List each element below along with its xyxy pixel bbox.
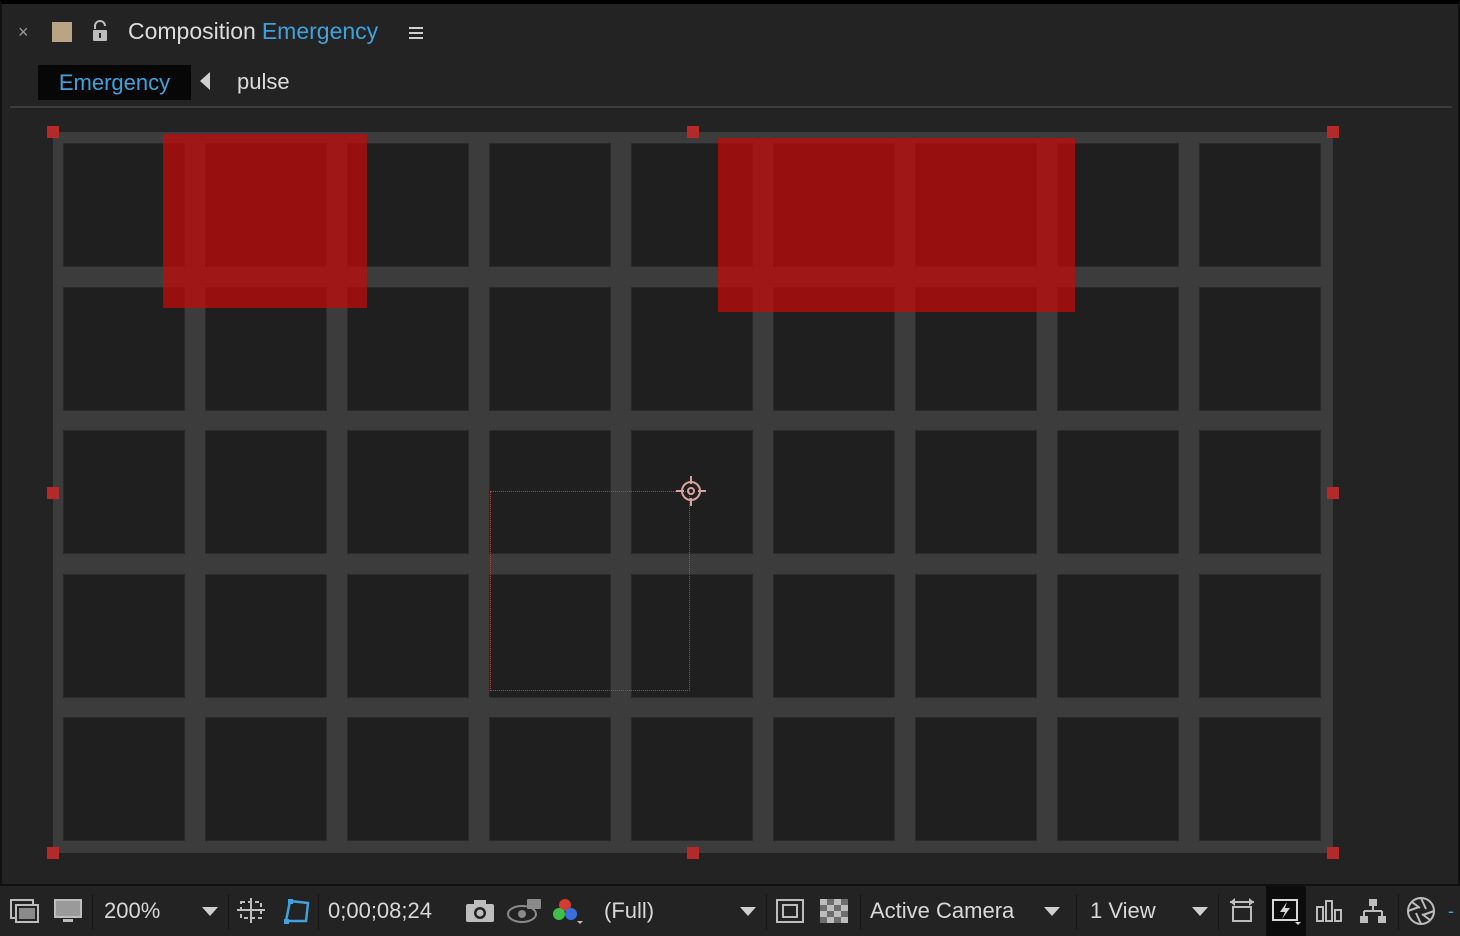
grid-cell (489, 143, 611, 267)
camera-dropdown[interactable] (1044, 886, 1060, 936)
toolbar-separator (860, 894, 861, 930)
navigator-item-emergency[interactable]: Emergency (38, 65, 191, 100)
exposure-icon[interactable] (1406, 886, 1436, 936)
flowchart-icon[interactable] (1358, 886, 1388, 936)
fast-previews-icon[interactable] (1266, 886, 1306, 936)
grid-cell (347, 574, 469, 698)
more-indicator: - (1448, 900, 1454, 921)
anchor-point-icon[interactable] (674, 474, 708, 508)
label-color-swatch[interactable] (52, 22, 72, 42)
divider (10, 106, 1452, 108)
pixel-aspect-icon[interactable] (1228, 886, 1256, 936)
grid-cell (915, 430, 1037, 554)
always-preview-icon[interactable] (10, 886, 40, 936)
grid-cell (347, 717, 469, 841)
chevron-down-icon (1192, 906, 1208, 916)
grid-cell (1199, 287, 1321, 411)
grid-cell (63, 717, 185, 841)
grid-cell (205, 717, 327, 841)
transform-handle[interactable] (47, 126, 59, 138)
magnification-value[interactable]: 200% (104, 886, 160, 936)
viewer-toolbar: 200% 0;00;08;24 (Full) Active Camera 1 V… (0, 884, 1460, 936)
grid-cell (205, 430, 327, 554)
grid-cell (63, 430, 185, 554)
display-icon[interactable] (54, 886, 82, 936)
toolbar-separator (1218, 894, 1219, 930)
toolbar-separator (318, 894, 319, 930)
grid-cell (347, 430, 469, 554)
panel-title: Composition Emergency (128, 18, 378, 45)
toolbar-separator (766, 894, 767, 930)
resolution-value[interactable]: (Full) (604, 886, 654, 936)
toggle-transparency-grid-icon[interactable] (820, 886, 848, 936)
toolbar-separator (92, 894, 93, 930)
toolbar-separator (1398, 894, 1399, 930)
grid-cell (1057, 717, 1179, 841)
resolution-dropdown[interactable] (740, 886, 756, 936)
fast-region-icon[interactable] (776, 886, 804, 936)
chevron-down-icon (740, 906, 756, 916)
grid-cell (63, 574, 185, 698)
channel-icon[interactable] (551, 886, 585, 936)
view-layout-dropdown[interactable] (1192, 886, 1208, 936)
grid-cell (1199, 143, 1321, 267)
toggle-mask-icon[interactable] (282, 886, 312, 936)
grid-cell (1057, 574, 1179, 698)
snapshot-icon[interactable] (465, 886, 495, 936)
transform-handle[interactable] (47, 847, 59, 859)
panel-header: × Composition Emergency (0, 4, 1460, 60)
grid-cell (773, 717, 895, 841)
chevron-down-icon (1044, 906, 1060, 916)
grid-cell (915, 574, 1037, 698)
timeline-icon[interactable] (1315, 886, 1345, 936)
chevron-left-icon[interactable] (199, 72, 211, 90)
toolbar-separator (1076, 894, 1077, 930)
active-camera-value[interactable]: Active Camera (870, 886, 1014, 936)
grid-cell (205, 574, 327, 698)
grid-cell (1057, 430, 1179, 554)
transform-handle[interactable] (1327, 126, 1339, 138)
transform-handle[interactable] (1327, 487, 1339, 499)
title-prefix: Composition (128, 18, 256, 44)
layer-selection-bounds[interactable] (490, 491, 690, 691)
show-snapshot-icon[interactable] (507, 886, 543, 936)
grid-cell (1057, 287, 1179, 411)
grid-cell (773, 430, 895, 554)
panel-menu-icon[interactable] (409, 26, 423, 40)
lock-icon[interactable] (90, 20, 110, 42)
close-icon[interactable]: × (18, 22, 29, 42)
solid-layer-red[interactable] (163, 134, 367, 308)
grid-cell (489, 717, 611, 841)
magnification-dropdown[interactable] (202, 886, 218, 936)
transform-handle[interactable] (1327, 847, 1339, 859)
region-of-interest-icon[interactable] (236, 886, 268, 936)
grid-cell (1057, 143, 1179, 267)
transform-handle[interactable] (687, 847, 699, 859)
chevron-down-icon (202, 906, 218, 916)
grid-cell (915, 717, 1037, 841)
composition-name[interactable]: Emergency (262, 18, 378, 44)
navigator-item-pulse[interactable]: pulse (237, 64, 290, 100)
grid-cell (1199, 717, 1321, 841)
grid-cell (1199, 574, 1321, 698)
composition-navigator: Emergency pulse (0, 64, 1460, 100)
grid-cell (773, 574, 895, 698)
solid-layer-red[interactable] (718, 138, 1075, 312)
current-time-timecode[interactable]: 0;00;08;24 (328, 886, 432, 936)
toolbar-separator (228, 894, 229, 930)
transform-handle[interactable] (47, 487, 59, 499)
grid-cell (631, 717, 753, 841)
grid-cell (1199, 430, 1321, 554)
view-layout-value[interactable]: 1 View (1090, 886, 1156, 936)
transform-handle[interactable] (687, 126, 699, 138)
grid-cell (489, 287, 611, 411)
